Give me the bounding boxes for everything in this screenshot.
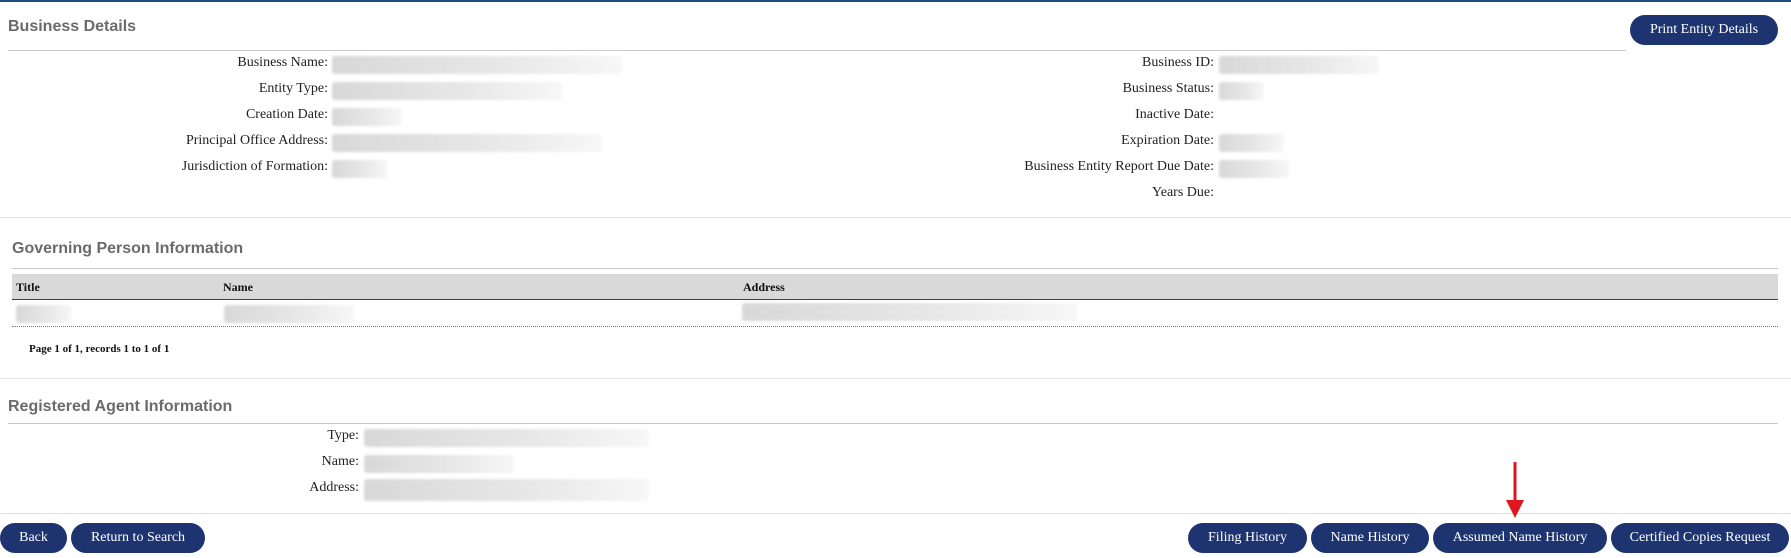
red-arrow-annotation-icon — [1506, 462, 1524, 518]
business-details-title: Business Details — [8, 18, 137, 35]
table-row[interactable] — [12, 300, 1778, 327]
top-accent-line — [0, 0, 1791, 2]
governing-person-table-header: Title Name Address — [12, 274, 1778, 300]
registered-agent-title: Registered Agent Information — [8, 398, 233, 415]
expiration-date-value-redacted — [1219, 134, 1284, 152]
business-name-label: Business Name: — [237, 55, 328, 70]
print-entity-details-button[interactable]: Print Entity Details — [1630, 15, 1778, 45]
business-id-value-redacted — [1219, 56, 1379, 74]
pagination-status: Page 1 of 1, records 1 to 1 of 1 — [29, 343, 170, 355]
registered-agent-rule — [8, 423, 1778, 424]
principal-office-address-label: Principal Office Address: — [185, 133, 328, 148]
principal-office-address-value-redacted — [332, 134, 602, 152]
business-id-label: Business ID: — [1142, 55, 1214, 70]
agent-address-label: Address: — [309, 480, 359, 495]
business-details-rule — [8, 50, 1626, 51]
expiration-date-label: Expiration Date: — [1121, 133, 1214, 148]
row-title-redacted — [16, 305, 71, 323]
business-status-label: Business Status: — [1122, 81, 1214, 96]
back-button[interactable]: Back — [0, 523, 67, 553]
report-due-date-value-redacted — [1219, 160, 1289, 178]
agent-address-value-redacted — [364, 479, 649, 501]
certified-copies-request-button[interactable]: Certified Copies Request — [1611, 523, 1789, 553]
inactive-date-label: Inactive Date: — [1135, 107, 1214, 122]
agent-type-value-redacted — [364, 429, 649, 447]
jurisdiction-of-formation-value-redacted — [332, 160, 387, 178]
row-address-redacted — [742, 303, 1077, 321]
column-name[interactable]: Name — [223, 280, 253, 295]
governing-person-title: Governing Person Information — [12, 240, 244, 257]
section-separator — [0, 217, 1791, 218]
business-status-value-redacted — [1219, 82, 1264, 100]
agent-name-label: Name: — [321, 454, 359, 469]
entity-type-value-redacted — [332, 82, 562, 100]
entity-type-label: Entity Type: — [258, 81, 328, 96]
agent-type-label: Type: — [327, 428, 359, 443]
jurisdiction-of-formation-label: Jurisdiction of Formation: — [181, 159, 328, 174]
agent-name-value-redacted — [364, 455, 514, 473]
filing-history-button[interactable]: Filing History — [1188, 523, 1307, 553]
business-entity-report-due-date-label: Business Entity Report Due Date: — [1024, 159, 1214, 174]
column-address[interactable]: Address — [743, 280, 785, 295]
column-title[interactable]: Title — [16, 280, 40, 295]
return-to-search-button[interactable]: Return to Search — [71, 523, 205, 553]
governing-person-rule — [12, 268, 1778, 269]
section-separator — [0, 378, 1791, 379]
creation-date-value-redacted — [332, 108, 402, 126]
row-name-redacted — [224, 305, 354, 323]
business-name-value-redacted — [332, 56, 622, 74]
assumed-name-history-button[interactable]: Assumed Name History — [1433, 523, 1607, 553]
creation-date-label: Creation Date: — [245, 107, 328, 122]
name-history-button[interactable]: Name History — [1311, 523, 1429, 553]
years-due-label: Years Due: — [1152, 185, 1214, 200]
